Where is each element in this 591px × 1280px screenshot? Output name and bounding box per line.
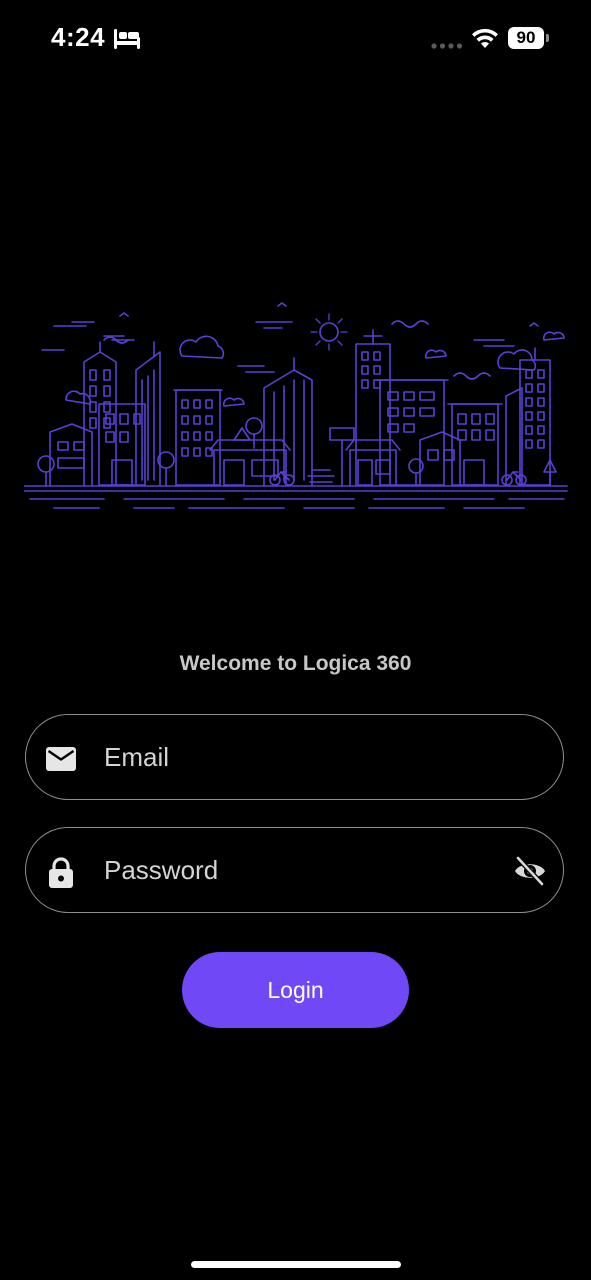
status-bar: 4:24 90 bbox=[0, 0, 591, 80]
lock-icon bbox=[49, 857, 73, 888]
status-time: 4:24 bbox=[51, 22, 106, 52]
password-field[interactable] bbox=[25, 827, 564, 913]
eye-off-icon[interactable] bbox=[513, 855, 547, 887]
sleep-focus-icon bbox=[114, 29, 140, 49]
wifi-icon bbox=[472, 28, 498, 48]
cellular-signal-icon bbox=[431, 43, 463, 49]
welcome-heading: Welcome to Logica 360 bbox=[179, 652, 412, 675]
battery-level: 90 bbox=[508, 27, 544, 49]
city-skyline-illustration bbox=[24, 302, 568, 509]
password-input[interactable] bbox=[104, 848, 484, 892]
email-field[interactable] bbox=[25, 714, 564, 800]
mail-icon bbox=[46, 747, 76, 771]
email-input[interactable] bbox=[104, 735, 484, 779]
login-button[interactable]: Login bbox=[182, 952, 409, 1028]
battery-tip bbox=[546, 34, 549, 42]
home-indicator[interactable] bbox=[191, 1261, 401, 1268]
battery-icon: 90 bbox=[508, 27, 550, 51]
